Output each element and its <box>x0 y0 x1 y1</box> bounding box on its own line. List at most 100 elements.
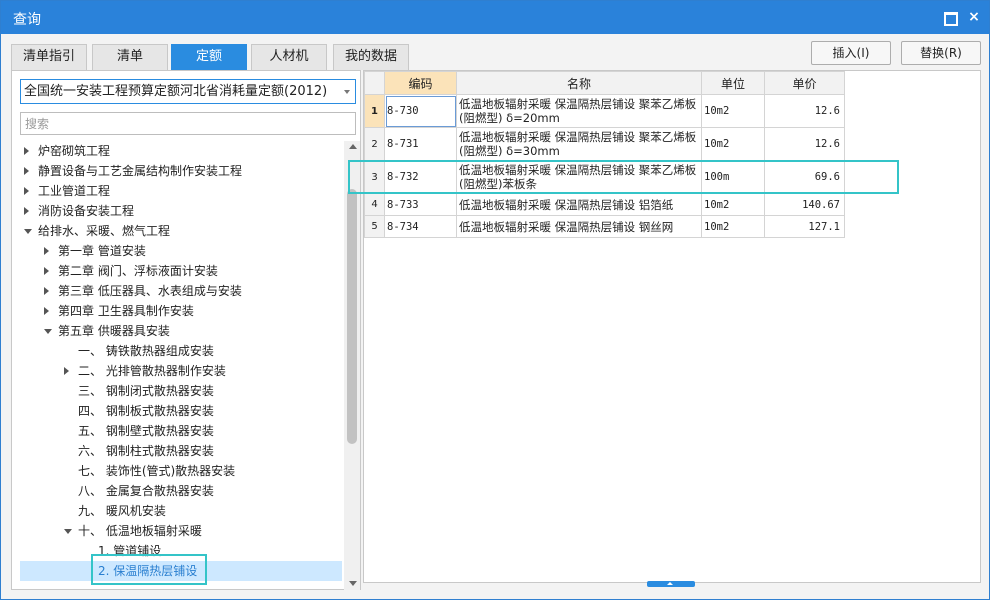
tree-scrollbar[interactable] <box>344 141 360 590</box>
code-cell[interactable]: 8-730 <box>384 94 457 128</box>
chevron-down-icon[interactable] <box>344 90 350 94</box>
name-header[interactable]: 名称 <box>456 71 702 95</box>
table-row[interactable]: 5 8-734 低温地板辐射采暖 保温隔热层铺设 钢丝网 10m2 127.1 <box>364 215 845 238</box>
code-header[interactable]: 编码 <box>384 71 457 95</box>
scroll-thumb[interactable] <box>347 189 357 444</box>
tree-node[interactable]: 消防设备安装工程 <box>20 201 342 221</box>
expand-right-icon[interactable] <box>24 147 29 155</box>
maximize-icon[interactable] <box>943 10 958 26</box>
tab-list[interactable]: 清单 <box>92 44 168 70</box>
unit-cell[interactable]: 10m2 <box>701 193 765 216</box>
tab-my-data[interactable]: 我的数据 <box>333 44 409 70</box>
tree-node[interactable]: 六、 钢制柱式散热器安装 <box>20 441 342 461</box>
name-cell[interactable]: 低温地板辐射采暖 保温隔热层铺设 铝箔纸 <box>456 193 702 216</box>
name-cell[interactable]: 低温地板辐射采暖 保温隔热层铺设 钢丝网 <box>456 215 702 238</box>
close-icon[interactable]: × <box>967 10 981 24</box>
quota-library-value: 全国统一安装工程预算定额河北省消耗量定额(2012) <box>24 84 328 99</box>
replace-button[interactable]: 替换(R) <box>901 41 981 65</box>
unit-cell[interactable]: 10m2 <box>701 127 765 161</box>
tree-node[interactable]: 四、 钢制板式散热器安装 <box>20 401 342 421</box>
table-row[interactable]: 4 8-733 低温地板辐射采暖 保温隔热层铺设 铝箔纸 10m2 140.67 <box>364 193 845 216</box>
quota-library-select[interactable]: 全国统一安装工程预算定额河北省消耗量定额(2012) <box>20 79 356 104</box>
insert-button[interactable]: 插入(I) <box>811 41 891 65</box>
expand-down-icon[interactable] <box>44 329 52 334</box>
expand-right-icon[interactable] <box>44 267 49 275</box>
expand-right-icon[interactable] <box>24 207 29 215</box>
tree-node[interactable]: 第一章 管道安装 <box>20 241 342 261</box>
tree-node-label: 六、 钢制柱式散热器安装 <box>78 444 214 458</box>
row-number: 2 <box>364 127 385 161</box>
window-title: 查询 <box>13 12 41 28</box>
code-cell[interactable]: 8-733 <box>384 193 457 216</box>
tree-node-label: 第三章 低压器具、水表组成与安装 <box>58 284 242 298</box>
tree-node[interactable]: 第三章 低压器具、水表组成与安装 <box>20 281 342 301</box>
tree-node[interactable]: 第四章 卫生器具制作安装 <box>20 301 342 321</box>
row-number: 4 <box>364 193 385 216</box>
tree-node-label: 一、 铸铁散热器组成安装 <box>78 344 214 358</box>
tree-node[interactable]: 九、 暖风机安装 <box>20 501 342 521</box>
tab-list-guide[interactable]: 清单指引 <box>11 44 87 70</box>
tree-node-label: 九、 暖风机安装 <box>78 504 166 518</box>
tab-quota[interactable]: 定额 <box>171 44 247 70</box>
tree-node[interactable]: 五、 钢制壁式散热器安装 <box>20 421 342 441</box>
table-row[interactable]: 2 8-731 低温地板辐射采暖 保温隔热层铺设 聚苯乙烯板(阻燃型) δ=30… <box>364 127 845 161</box>
expand-right-icon[interactable] <box>24 187 29 195</box>
highlight-box-tree-node <box>91 554 207 585</box>
unit-cell[interactable]: 10m2 <box>701 94 765 128</box>
unit-cell[interactable]: 10m2 <box>701 215 765 238</box>
tree-node[interactable]: 炉窑砌筑工程 <box>20 141 342 161</box>
panel-collapse-handle[interactable] <box>647 581 695 587</box>
price-cell[interactable]: 12.6 <box>764 94 845 128</box>
price-cell[interactable]: 140.67 <box>764 193 845 216</box>
tab-labor-material-machine[interactable]: 人材机 <box>251 44 327 70</box>
tree-node[interactable]: 第五章 供暖器具安装 <box>20 321 342 341</box>
row-number: 5 <box>364 215 385 238</box>
tree-node-label: 炉窑砌筑工程 <box>38 144 111 158</box>
scroll-up-icon[interactable] <box>349 144 357 149</box>
table-row[interactable]: 1 8-730 低温地板辐射采暖 保温隔热层铺设 聚苯乙烯板(阻燃型) δ=20… <box>364 94 845 128</box>
tree-node-label: 静置设备与工艺金属结构制作安装工程 <box>38 164 243 178</box>
highlight-box-row <box>348 160 899 194</box>
tree-node[interactable]: 七、 装饰性(管式)散热器安装 <box>20 461 342 481</box>
tree-node-label: 四、 钢制板式散热器安装 <box>78 404 214 418</box>
tree-node-label: 二、 光排管散热器制作安装 <box>78 364 226 378</box>
chapter-tree: 炉窑砌筑工程静置设备与工艺金属结构制作安装工程工业管道工程消防设备安装工程给排水… <box>12 141 342 590</box>
tree-node-label: 第四章 卫生器具制作安装 <box>58 304 194 318</box>
tree-node[interactable]: 静置设备与工艺金属结构制作安装工程 <box>20 161 342 181</box>
price-cell[interactable]: 127.1 <box>764 215 845 238</box>
expand-down-icon[interactable] <box>64 529 72 534</box>
tree-node-label: 消防设备安装工程 <box>38 204 135 218</box>
price-header[interactable]: 单价 <box>764 71 845 95</box>
search-input[interactable] <box>20 112 356 135</box>
tree-node-label: 第五章 供暖器具安装 <box>58 324 170 338</box>
expand-right-icon[interactable] <box>44 307 49 315</box>
code-cell[interactable]: 8-734 <box>384 215 457 238</box>
title-bar: 查询 × <box>1 1 989 34</box>
tree-node[interactable]: 三、 钢制闭式散热器安装 <box>20 381 342 401</box>
row-number-header <box>364 71 385 95</box>
expand-right-icon[interactable] <box>24 167 29 175</box>
tree-node-label: 七、 装饰性(管式)散热器安装 <box>78 464 236 478</box>
tree-node[interactable]: 八、 金属复合散热器安装 <box>20 481 342 501</box>
code-cell[interactable]: 8-731 <box>384 127 457 161</box>
expand-right-icon[interactable] <box>44 247 49 255</box>
tree-node-label: 给排水、采暖、燃气工程 <box>38 224 171 238</box>
expand-right-icon[interactable] <box>44 287 49 295</box>
name-cell[interactable]: 低温地板辐射采暖 保温隔热层铺设 聚苯乙烯板(阻燃型) δ=30mm <box>456 127 702 161</box>
quota-table: 编码 名称 单位 单价 1 8-730 低温地板辐射采暖 保温隔热层铺设 聚苯乙… <box>364 71 845 238</box>
name-cell[interactable]: 低温地板辐射采暖 保温隔热层铺设 聚苯乙烯板(阻燃型) δ=20mm <box>456 94 702 128</box>
tree-node[interactable]: 一、 铸铁散热器组成安装 <box>20 341 342 361</box>
scroll-down-icon[interactable] <box>349 581 357 586</box>
expand-down-icon[interactable] <box>24 229 32 234</box>
tree-node-label: 十、 低温地板辐射采暖 <box>78 524 202 538</box>
unit-header[interactable]: 单位 <box>701 71 765 95</box>
expand-right-icon[interactable] <box>64 367 69 375</box>
tree-node[interactable]: 第二章 阀门、浮标液面计安装 <box>20 261 342 281</box>
tree-node[interactable]: 十、 低温地板辐射采暖 <box>20 521 342 541</box>
tree-node[interactable]: 二、 光排管散热器制作安装 <box>20 361 342 381</box>
tree-node[interactable]: 给排水、采暖、燃气工程 <box>20 221 342 241</box>
price-cell[interactable]: 12.6 <box>764 127 845 161</box>
tree-node-label: 第二章 阀门、浮标液面计安装 <box>58 264 218 278</box>
tree-node[interactable]: 工业管道工程 <box>20 181 342 201</box>
tree-node-label: 三、 钢制闭式散热器安装 <box>78 384 214 398</box>
